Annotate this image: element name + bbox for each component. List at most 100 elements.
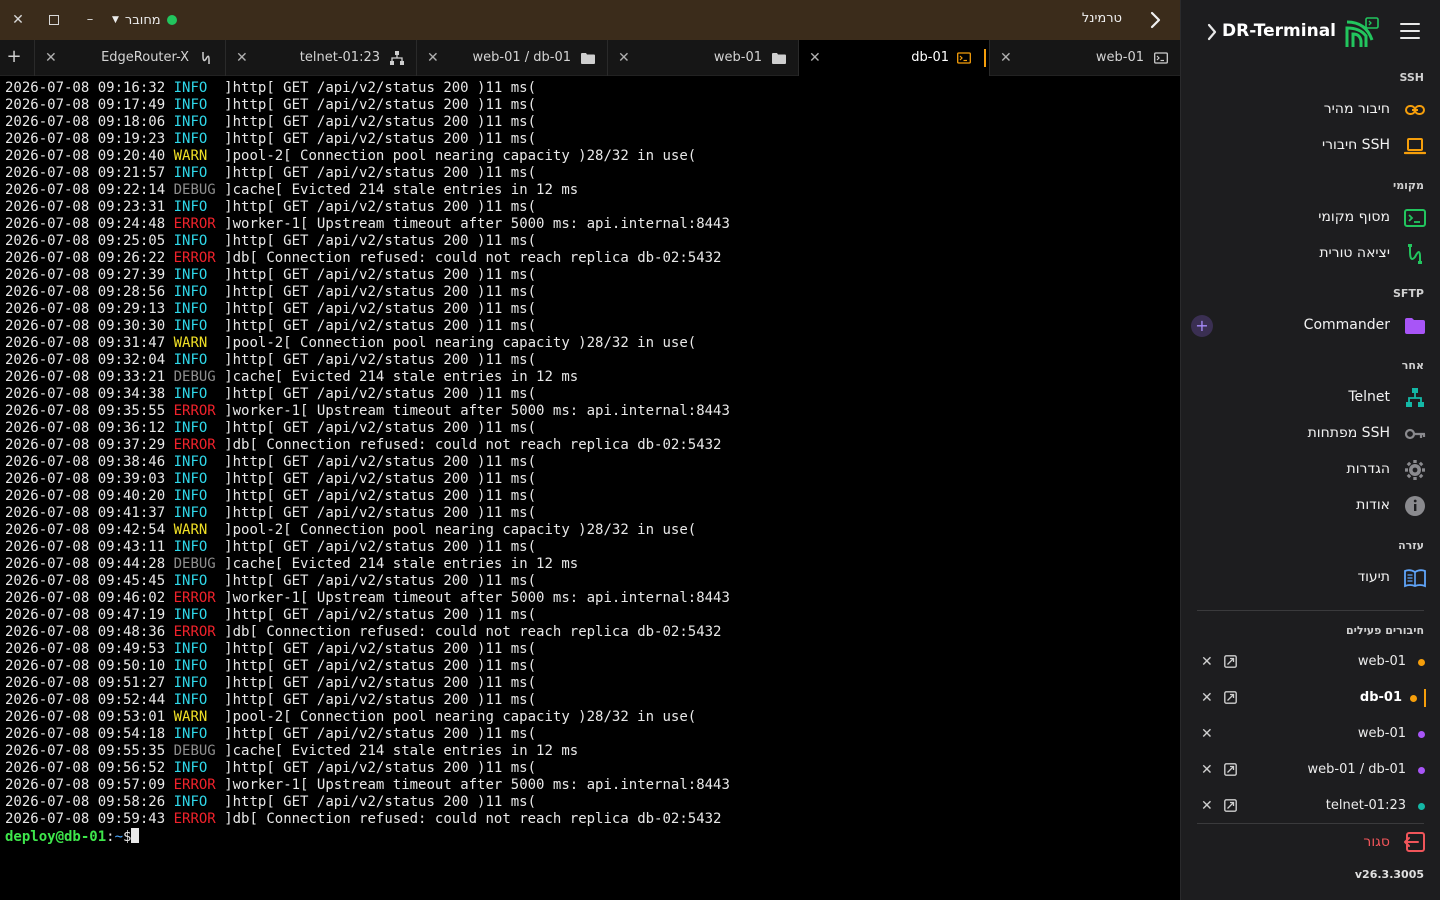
active-session-item[interactable]: ✕ web-01: [1181, 721, 1440, 749]
session-name: telnet-01:23: [1325, 798, 1406, 813]
tab-close-icon[interactable]: ✕: [45, 50, 57, 66]
popout-icon[interactable]: [1224, 655, 1237, 668]
tab-close-icon[interactable]: ✕: [427, 50, 439, 66]
sidebar-item-settings[interactable]: הגדרות: [1181, 453, 1440, 487]
log-timestamp: 2026-07-08 09:18:06: [5, 114, 166, 130]
tab-close-icon[interactable]: ✕: [809, 50, 821, 66]
window-close-button[interactable]: ✕: [9, 11, 27, 29]
log-level: INFO: [173, 488, 208, 504]
log-timestamp: 2026-07-08 09:58:26: [5, 794, 166, 810]
tab-close-icon[interactable]: ✕: [618, 50, 630, 66]
add-button[interactable]: +: [1191, 315, 1213, 337]
close-icon[interactable]: ✕: [1201, 726, 1213, 742]
exit-icon: [1404, 832, 1425, 852]
log-level: INFO: [173, 131, 208, 147]
network-icon: [390, 51, 404, 65]
prompt-path: ~: [114, 829, 124, 845]
sidebar-item-docs[interactable]: תיעוד: [1181, 561, 1440, 595]
sidebar-item-ssh-connections[interactable]: חיבורי SSH: [1181, 129, 1440, 163]
sidebar-item-ssh-keys[interactable]: מפתחות SSH: [1181, 417, 1440, 451]
terminal-line: 2026-07-08 09:26:22 ERROR ]db[ Connectio…: [5, 250, 1180, 267]
close-icon[interactable]: ✕: [1201, 762, 1213, 778]
log-level: INFO: [173, 760, 208, 776]
log-message: ]db[ Connection refused: could not reach…: [224, 437, 722, 453]
tab-db-01[interactable]: ✕ db-01: [798, 40, 989, 76]
sidebar-item-commander[interactable]: + Commander: [1181, 309, 1440, 343]
window-maximize-button[interactable]: [45, 11, 63, 29]
sidebar-item-label: חיבור מהיר: [1323, 101, 1390, 117]
tab-close-icon[interactable]: ✕: [236, 50, 248, 66]
log-timestamp: 2026-07-08 09:29:13: [5, 301, 166, 317]
tab-edgerouter-x[interactable]: ✕ EdgeRouter-X: [34, 40, 225, 76]
log-message: ]worker-1[ Upstream timeout after 5000 m…: [224, 403, 730, 419]
tab-close-icon[interactable]: ✕: [1000, 50, 1012, 66]
close-icon[interactable]: ✕: [1201, 654, 1213, 670]
terminal-line: 2026-07-08 09:22:14 DEBUG ]cache[ Evicte…: [5, 182, 1180, 199]
chevron-right-icon[interactable]: [1146, 9, 1164, 31]
terminal-icon: [1404, 209, 1426, 227]
terminal-line: 2026-07-08 09:45:45 INFO ]http[ GET /api…: [5, 573, 1180, 590]
session-status-dot: [1418, 731, 1425, 738]
sidebar-item-serial-out[interactable]: יציאה טורית: [1181, 237, 1440, 271]
close-icon[interactable]: ✕: [1201, 690, 1213, 706]
section-other: אחר: [1401, 359, 1424, 372]
log-level: DEBUG: [173, 743, 216, 759]
tab-web-01[interactable]: ✕ web-01: [607, 40, 798, 76]
active-session-item[interactable]: ✕ web-01 / db-01: [1181, 757, 1440, 785]
sidebar-item-telnet[interactable]: Telnet: [1181, 381, 1440, 415]
log-message: ]http[ GET /api/v2/status 200 )11 ms(: [224, 80, 537, 96]
session-status-dot: [1418, 767, 1425, 774]
log-level: INFO: [173, 573, 208, 589]
terminal-output[interactable]: 2026-07-08 09:16:32 INFO ]http[ GET /api…: [0, 80, 1180, 900]
sidebar-item-local-terminal[interactable]: מסוף מקומי: [1181, 201, 1440, 235]
terminal-prompt[interactable]: deploy@db-01:~$: [5, 828, 1180, 846]
log-level: WARN: [173, 709, 208, 725]
sidebar-item-label: מפתחות SSH: [1307, 425, 1390, 441]
tab-web-01-db-01[interactable]: ✕ web-01 / db-01: [416, 40, 607, 76]
prompt-separator: :: [106, 829, 115, 845]
sidebar-item-label: אודות: [1356, 497, 1390, 513]
sidebar-item-quick-connect[interactable]: חיבור מהיר: [1181, 93, 1440, 127]
terminal-line: 2026-07-08 09:59:43 ERROR ]db[ Connectio…: [5, 811, 1180, 828]
maximize-icon: [49, 14, 59, 25]
log-message: ]http[ GET /api/v2/status 200 )11 ms(: [224, 471, 537, 487]
log-message: ]pool-2[ Connection pool nearing capacit…: [224, 522, 697, 538]
log-timestamp: 2026-07-08 09:17:49: [5, 97, 166, 113]
log-level: INFO: [173, 539, 208, 555]
active-session-item[interactable]: ✕ web-01: [1181, 649, 1440, 677]
log-timestamp: 2026-07-08 09:22:14: [5, 182, 166, 198]
sidebar-item-about[interactable]: אודות: [1181, 489, 1440, 523]
popout-icon[interactable]: [1224, 763, 1237, 776]
log-timestamp: 2026-07-08 09:42:54: [5, 522, 166, 538]
log-message: ]http[ GET /api/v2/status 200 )11 ms(: [224, 573, 537, 589]
sidebar-item-label: הגדרות: [1346, 461, 1390, 477]
log-timestamp: 2026-07-08 09:21:57: [5, 165, 166, 181]
terminal-line: 2026-07-08 09:51:27 INFO ]http[ GET /api…: [5, 675, 1180, 692]
folder-icon: [772, 51, 786, 65]
hamburger-menu-icon[interactable]: [1400, 23, 1420, 41]
log-timestamp: 2026-07-08 09:45:45: [5, 573, 166, 589]
window-minimize-button[interactable]: –: [81, 11, 99, 29]
disconnect-button[interactable]: סגור: [1181, 829, 1440, 857]
log-level: INFO: [173, 386, 208, 402]
session-name: web-01: [1357, 654, 1406, 669]
log-message: ]http[ GET /api/v2/status 200 )11 ms(: [224, 420, 537, 436]
tab-web-01[interactable]: ✕ web-01: [989, 40, 1180, 76]
chevron-right-icon[interactable]: [1205, 22, 1219, 42]
active-session-item[interactable]: ✕ db-01: [1181, 685, 1440, 713]
active-session-item[interactable]: ✕ telnet-01:23: [1181, 793, 1440, 821]
log-message: ]http[ GET /api/v2/status 200 )11 ms(: [224, 267, 537, 283]
new-tab-button[interactable]: +: [3, 46, 25, 68]
log-message: ]db[ Connection refused: could not reach…: [224, 624, 722, 640]
log-timestamp: 2026-07-08 09:52:44: [5, 692, 166, 708]
popout-icon[interactable]: [1224, 691, 1237, 704]
terminal-line: 2026-07-08 09:18:06 INFO ]http[ GET /api…: [5, 114, 1180, 131]
popout-icon[interactable]: [1224, 799, 1237, 812]
log-timestamp: 2026-07-08 09:20:40: [5, 148, 166, 164]
tab-telnet-01-23[interactable]: ✕ telnet-01:23: [225, 40, 416, 76]
log-timestamp: 2026-07-08 09:55:35: [5, 743, 166, 759]
terminal-line: 2026-07-08 09:37:29 ERROR ]db[ Connectio…: [5, 437, 1180, 454]
sidebar-item-label: תיעוד: [1357, 569, 1390, 585]
connection-status-dropdown[interactable]: ▼ מחובר: [112, 11, 177, 29]
close-icon[interactable]: ✕: [1201, 798, 1213, 814]
